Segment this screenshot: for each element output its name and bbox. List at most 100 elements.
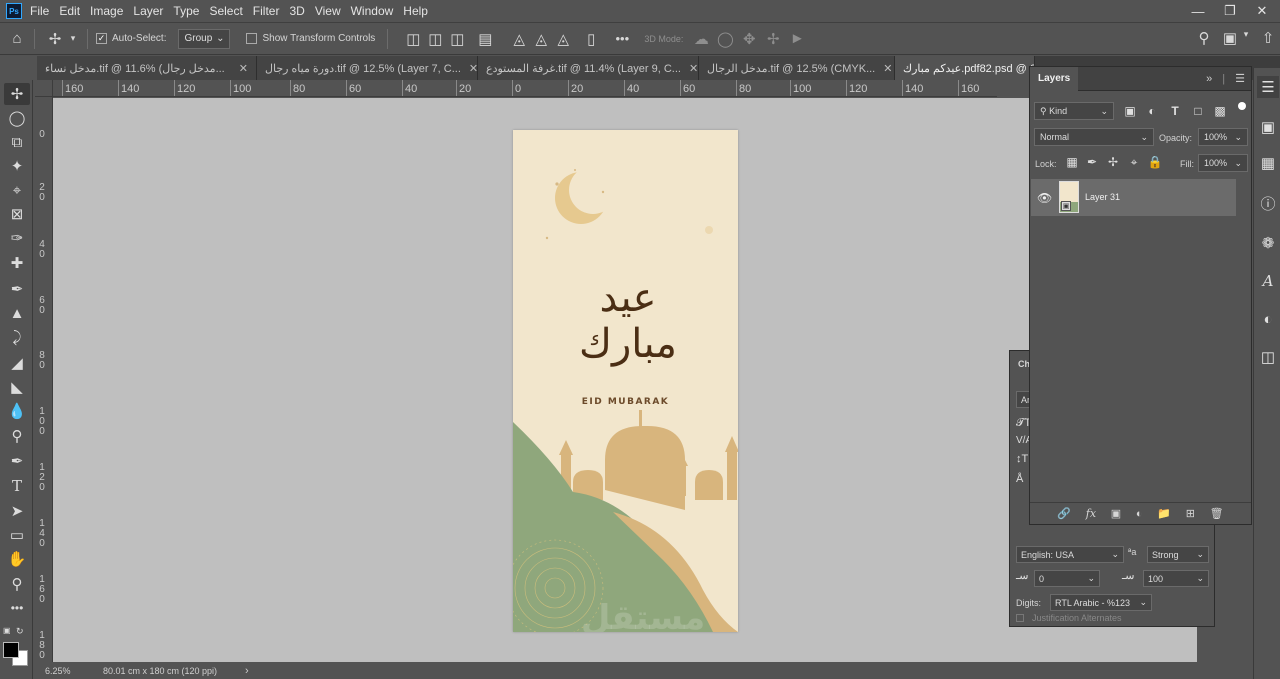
layers-panel-icon[interactable]: ☰ [1257, 76, 1279, 98]
video-3d-icon[interactable]: ► [785, 30, 809, 47]
adjustments-icon[interactable]: ❁ [1257, 232, 1279, 254]
filter-toggle-icon[interactable] [1238, 102, 1246, 110]
menu-help[interactable]: Help [403, 4, 436, 18]
close-tab-icon[interactable]: ✕ [469, 62, 477, 75]
more-options-icon[interactable]: ••• [608, 31, 636, 46]
eraser-icon[interactable]: ◢ [4, 352, 30, 374]
zoom-level[interactable]: 6.25% [35, 666, 93, 676]
brush-tool-icon[interactable]: ✒ [4, 278, 30, 300]
lasso-tool-icon[interactable]: ⧉ [4, 131, 30, 153]
styles-icon[interactable]: ◐ [1257, 308, 1279, 330]
lock-image-icon[interactable]: ✒ [1084, 154, 1100, 170]
roll-3d-icon[interactable]: ◯ [713, 30, 737, 48]
slide-3d-icon[interactable]: ✢ [761, 30, 785, 48]
workspace-icon[interactable]: ▣ [1220, 29, 1240, 47]
healing-brush-icon[interactable]: ✚ [4, 252, 30, 274]
lock-all-icon[interactable]: 🔒 [1147, 154, 1163, 170]
move-tool-icon[interactable]: ✢ [43, 30, 67, 48]
blend-mode-dropdown[interactable]: Normal ⌄ [1034, 128, 1154, 146]
close-tab-icon[interactable]: ✕ [689, 62, 698, 75]
delete-layer-icon[interactable]: 🗑 [1210, 507, 1224, 520]
adjustment-filter-icon[interactable]: ◐ [1144, 103, 1160, 119]
opacity-field[interactable]: 100% ⌄ [1198, 128, 1248, 146]
align-left-icon[interactable]: ◫ [402, 30, 424, 48]
chevron-down-icon[interactable]: ▾ [1240, 29, 1252, 40]
minimize-icon[interactable]: — [1180, 0, 1216, 22]
vertical-ruler[interactable]: 0 2 0 4 0 6 0 8 0 1 0 0 1 2 0 1 4 0 1 6 … [35, 97, 53, 662]
document-tab[interactable]: غرفة المستودع.tif @ 11.4% (Layer 9, C...… [478, 56, 699, 80]
ruler-origin[interactable] [35, 80, 53, 97]
document-canvas[interactable]: عيد مبارك EID MUBARAK مستقل [513, 130, 738, 632]
document-tab[interactable]: مدخل الرجال.tif @ 12.5% (CMYK... ✕ [699, 56, 895, 80]
new-layer-icon[interactable]: ⊞ [1186, 507, 1195, 520]
digits-dropdown[interactable]: RTL Arabic - %123 ⌄ [1050, 594, 1152, 611]
filter-kind-dropdown[interactable]: ⚲ Kind ⌄ [1034, 102, 1114, 120]
show-transform-checkbox[interactable] [246, 33, 258, 44]
menu-image[interactable]: Image [90, 4, 131, 18]
document-tab-active[interactable]: عيدكم مبارك.pdf82.psd @ 6 [895, 56, 1035, 80]
smart-object-filter-icon[interactable]: ▩ [1212, 103, 1228, 119]
menu-type[interactable]: Type [173, 4, 207, 18]
justification-alternates-checkbox[interactable] [1016, 614, 1024, 622]
history-brush-icon[interactable]: ⤸ [4, 326, 30, 348]
fill-field[interactable]: 100% ⌄ [1198, 154, 1248, 172]
frame-tool-icon[interactable]: ⊠ [4, 203, 30, 225]
panel-menu-icon[interactable]: ☰ [1235, 72, 1245, 85]
rectangle-tool-icon[interactable]: ▭ [4, 524, 30, 546]
chevron-right-icon[interactable]: › [245, 665, 249, 677]
tab-layers[interactable]: Layers [1030, 66, 1079, 91]
layer-style-icon[interactable]: fx [1086, 507, 1096, 520]
tracking-dropdown[interactable]: 100 ⌄ [1143, 570, 1209, 587]
move-tool-icon[interactable]: ✢ [4, 83, 30, 105]
default-colors-icon[interactable]: ▣ [3, 626, 13, 636]
align-right-icon[interactable]: ◫ [446, 30, 468, 48]
menu-filter[interactable]: Filter [253, 4, 288, 18]
align-middle-icon[interactable]: ◬ [530, 30, 552, 48]
auto-select-checkbox[interactable]: ✓ [96, 33, 107, 44]
lock-transparent-icon[interactable]: ▦ [1064, 154, 1080, 170]
home-icon[interactable]: ⌂ [0, 30, 34, 47]
lock-position-icon[interactable]: ✢ [1105, 154, 1121, 170]
adjustment-layer-icon[interactable]: ◐ [1136, 508, 1143, 520]
shape-filter-icon[interactable]: □ [1190, 103, 1206, 119]
document-tab[interactable]: مدخل نساء.tif @ 11.6% (مدخل رجال... ✕ [37, 56, 257, 80]
distribute-horizontal-icon[interactable]: ▤ [468, 30, 502, 48]
layer-name[interactable]: Layer 31 [1085, 192, 1120, 202]
orbit-3d-icon[interactable]: ☁ [689, 30, 713, 48]
eyedropper-icon[interactable]: ✑ [4, 227, 30, 249]
paint-bucket-icon[interactable]: ◣ [4, 376, 30, 398]
blur-tool-icon[interactable]: 💧 [4, 400, 30, 422]
new-group-icon[interactable]: 📁 [1157, 507, 1171, 520]
auto-select-target-dropdown[interactable]: Group ⌄ [178, 28, 231, 49]
antialias-dropdown[interactable]: Strong ⌄ [1147, 546, 1209, 563]
pen-tool-icon[interactable]: ✒ [4, 450, 30, 472]
link-layers-icon[interactable]: 🔗 [1057, 507, 1071, 520]
horizontal-ruler[interactable]: 160 140 120 100 80 60 40 20 0 20 40 60 8… [53, 80, 997, 97]
clone-stamp-icon[interactable]: ▲ [4, 302, 30, 324]
close-tab-icon[interactable]: ✕ [239, 62, 248, 75]
distribute-vertical-icon[interactable]: ▯ [574, 30, 608, 48]
crop-tool-icon[interactable]: ⌖ [4, 179, 30, 201]
type-filter-icon[interactable]: T [1167, 103, 1183, 119]
color-panel-icon[interactable]: ▣ [1257, 116, 1279, 138]
language-dropdown[interactable]: English: USA ⌄ [1016, 546, 1124, 563]
path-selection-icon[interactable]: ➤ [4, 500, 30, 522]
share-icon[interactable]: ⇧ [1258, 29, 1278, 47]
drag-3d-icon[interactable]: ✥ [737, 30, 761, 48]
lock-artboard-icon[interactable]: ⌖ [1126, 154, 1142, 170]
close-window-icon[interactable]: ✕ [1244, 0, 1280, 22]
menu-3d[interactable]: 3D [289, 4, 312, 18]
align-top-icon[interactable]: ◬ [508, 30, 530, 48]
menu-select[interactable]: Select [209, 4, 250, 18]
swatches-panel-icon[interactable]: ▦ [1257, 152, 1279, 174]
visibility-eye-icon[interactable]: 👁 [1037, 191, 1052, 205]
dodge-tool-icon[interactable]: ⚲ [4, 425, 30, 447]
menu-edit[interactable]: Edit [59, 4, 88, 18]
collapse-panel-icon[interactable]: » [1206, 73, 1212, 85]
libraries-icon[interactable]: ◫ [1257, 346, 1279, 368]
close-tab-icon[interactable]: ✕ [883, 62, 892, 75]
type-tool-icon[interactable]: T [4, 475, 30, 497]
foreground-color-swatch[interactable] [3, 642, 19, 658]
menu-window[interactable]: Window [351, 4, 402, 18]
character-panel-icon[interactable]: A [1257, 270, 1279, 292]
